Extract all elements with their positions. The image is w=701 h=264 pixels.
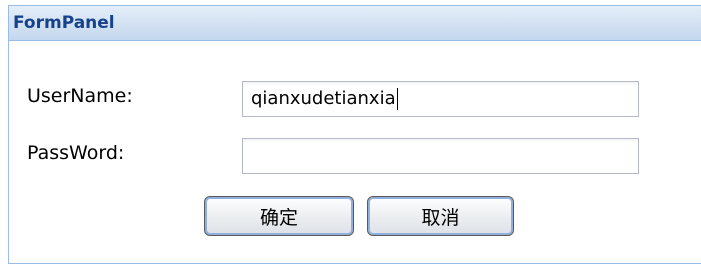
panel-header: FormPanel bbox=[9, 6, 701, 41]
username-field[interactable]: qianxudetianxia bbox=[242, 81, 639, 117]
cancel-button[interactable]: 取消 bbox=[367, 196, 514, 236]
username-value: qianxudetianxia bbox=[251, 88, 396, 109]
cancel-button-label: 取消 bbox=[421, 206, 460, 229]
text-caret bbox=[396, 88, 398, 110]
password-label: PassWord: bbox=[27, 142, 125, 164]
panel-title: FormPanel bbox=[13, 13, 115, 33]
panel-body: UserName: qianxudetianxia PassWord: 确定 取… bbox=[9, 41, 701, 263]
ok-button[interactable]: 确定 bbox=[204, 196, 354, 236]
ok-button-label: 确定 bbox=[259, 206, 298, 229]
username-label: UserName: bbox=[27, 85, 133, 107]
password-field[interactable] bbox=[242, 138, 639, 174]
form-panel: FormPanel UserName: qianxudetianxia Pass… bbox=[8, 5, 701, 264]
